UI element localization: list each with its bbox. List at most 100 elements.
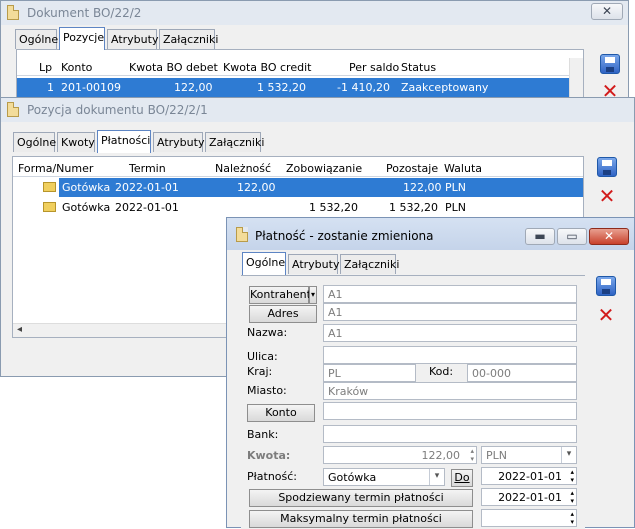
adres-field[interactable]: A1	[323, 303, 577, 321]
horizontal-scrollbar[interactable]: ◂	[13, 323, 233, 337]
tab-zalaczniki[interactable]: Załączniki	[205, 132, 264, 152]
cell-status: Zaakceptowany	[401, 81, 489, 94]
col-pozostaje[interactable]: Pozostaje	[386, 162, 438, 175]
cell-waluta: PLN	[445, 181, 466, 194]
bank-label: Bank:	[247, 428, 279, 441]
delete-icon[interactable]: ✕	[597, 186, 617, 206]
kontrahent-field[interactable]: A1	[323, 285, 577, 303]
position-titlebar: Pozycja dokumentu BO/22/2/1	[1, 98, 634, 122]
kraj-field[interactable]: PL	[323, 364, 416, 382]
tab-ogolne[interactable]: Ogólne	[15, 29, 58, 49]
close-button[interactable]: ✕	[591, 3, 623, 20]
cell-forma: Gotówka	[62, 181, 111, 194]
col-konto[interactable]: Konto	[61, 61, 92, 74]
kwota-label: Kwota:	[247, 449, 291, 462]
payment-form: Kontrahent ▾ A1 Adres A1 Nazwa: A1 Ulica…	[241, 275, 585, 529]
nazwa-label: Nazwa:	[247, 326, 288, 339]
scroll-left-icon[interactable]: ◂	[17, 324, 22, 335]
position-title: Pozycja dokumentu BO/22/2/1	[27, 103, 208, 117]
miasto-label: Miasto:	[247, 384, 287, 397]
spodziewany-termin-field[interactable]: 2022-01-01 ▴ ▾	[481, 488, 577, 506]
col-debet[interactable]: Kwota BO debet	[129, 61, 218, 74]
cell-saldo: -1 410,20	[337, 81, 390, 94]
kod-field[interactable]: 00-000	[467, 364, 577, 382]
kontrahent-button[interactable]: Kontrahent	[249, 286, 311, 304]
close-button[interactable]: ✕	[589, 228, 629, 245]
maximize-button[interactable]: ▭	[557, 228, 587, 245]
col-waluta[interactable]: Waluta	[444, 162, 482, 175]
cell-konto: 201-00109	[61, 81, 121, 94]
tab-ogolne[interactable]: Ogólne	[13, 132, 56, 152]
tab-zalaczniki[interactable]: Załączniki	[159, 29, 218, 49]
tab-atrybuty[interactable]: Atrybuty	[107, 29, 158, 49]
spodziewany-termin-value: 2022-01-01	[498, 491, 562, 504]
cell-naleznosc: 122,00	[237, 181, 276, 194]
col-credit[interactable]: Kwota BO credit	[223, 61, 311, 74]
col-status[interactable]: Status	[401, 61, 436, 74]
payment-titlebar: Płatność - zostanie zmieniona ▬ ▭ ✕	[227, 218, 634, 250]
tab-ogolne[interactable]: Ogólne	[242, 252, 286, 275]
positions-grid[interactable]: Lp Konto Kwota BO debet Kwota BO credit …	[16, 49, 584, 101]
miasto-field[interactable]: Kraków	[323, 382, 577, 400]
spin-icon: ▴ ▾	[470, 447, 474, 463]
col-saldo[interactable]: Per saldo	[349, 61, 399, 74]
do-button[interactable]: Do	[451, 469, 473, 487]
nazwa-field[interactable]: A1	[323, 324, 577, 342]
table-row[interactable]: 1 201-00109 122,00 1 532,20 -1 410,20 Za…	[17, 78, 569, 97]
col-forma[interactable]: Forma/Numer	[18, 162, 93, 175]
col-lp[interactable]: Lp	[39, 61, 52, 74]
currency-value: PLN	[486, 449, 507, 462]
tab-atrybuty[interactable]: Atrybuty	[288, 254, 339, 274]
konto-button[interactable]: Konto	[247, 404, 315, 422]
spin-icon: ▴ ▾	[570, 510, 574, 526]
table-row[interactable]: Gotówka 2022-01-01 1 532,20 1 532,20 PLN	[43, 198, 583, 217]
maksymalny-termin-button[interactable]: Maksymalny termin płatności	[249, 510, 473, 528]
platnosc-value: Gotówka	[328, 471, 377, 484]
tab-kwoty[interactable]: Kwoty	[57, 132, 95, 152]
tab-zalaczniki[interactable]: Załączniki	[340, 254, 399, 274]
bank-field[interactable]	[323, 425, 577, 443]
folder-icon	[43, 182, 56, 192]
payment-window: Płatność - zostanie zmieniona ▬ ▭ ✕ Ogól…	[226, 217, 635, 529]
cell-credit: 1 532,20	[257, 81, 306, 94]
save-icon[interactable]	[597, 157, 617, 177]
ulica-label: Ulica:	[247, 350, 278, 363]
table-row[interactable]: Gotówka 2022-01-01 122,00 122,00 PLN	[43, 178, 583, 197]
cell-pozostaje: 1 532,20	[389, 201, 438, 214]
col-termin[interactable]: Termin	[129, 162, 166, 175]
tab-pozycje[interactable]: Pozycje	[59, 27, 105, 50]
kraj-label: Kraj:	[247, 365, 273, 378]
kontrahent-dropdown[interactable]: ▾	[309, 286, 317, 304]
document-icon	[236, 227, 248, 242]
maksymalny-termin-field[interactable]: ▴ ▾	[481, 509, 577, 527]
document-icon	[7, 102, 19, 117]
save-icon[interactable]	[600, 54, 620, 74]
termin-field[interactable]: 2022-01-01 ▴ ▾	[481, 467, 577, 485]
spodziewany-termin-button[interactable]: Spodziewany termin płatności	[249, 489, 473, 507]
adres-button[interactable]: Adres	[249, 305, 317, 323]
kod-label: Kod:	[429, 365, 454, 378]
cell-forma: Gotówka	[62, 201, 111, 214]
document-icon	[7, 5, 19, 20]
minimize-button[interactable]: ▬	[525, 228, 555, 245]
delete-icon[interactable]: ✕	[596, 305, 616, 325]
platnosc-select[interactable]: Gotówka ▾	[323, 468, 445, 486]
payment-title: Płatność - zostanie zmieniona	[255, 229, 434, 243]
col-naleznosc[interactable]: Należność	[215, 162, 271, 175]
konto-field[interactable]	[323, 402, 577, 420]
save-icon[interactable]	[596, 276, 616, 296]
col-zobowiazanie[interactable]: Zobowiązanie	[286, 162, 362, 175]
ulica-field[interactable]	[323, 346, 577, 364]
kwota-field[interactable]: 122,00 ▴ ▾	[323, 446, 477, 464]
vertical-scrollbar[interactable]	[569, 58, 583, 100]
cell-zobowiazanie: 1 532,20	[309, 201, 358, 214]
currency-select[interactable]: PLN ▾	[481, 446, 577, 464]
grid-header: Lp Konto Kwota BO debet Kwota BO credit …	[17, 58, 583, 76]
tab-atrybuty[interactable]: Atrybuty	[153, 132, 204, 152]
cell-termin: 2022-01-01	[115, 201, 179, 214]
cell-pozostaje: 122,00	[403, 181, 442, 194]
tab-platnosci[interactable]: Płatności	[97, 130, 151, 153]
document-window: Dokument BO/22/2 ✕ Ogólne Pozycje Atrybu…	[0, 0, 629, 104]
spin-icon: ▴ ▾	[570, 468, 574, 484]
kwota-value: 122,00	[421, 449, 461, 462]
